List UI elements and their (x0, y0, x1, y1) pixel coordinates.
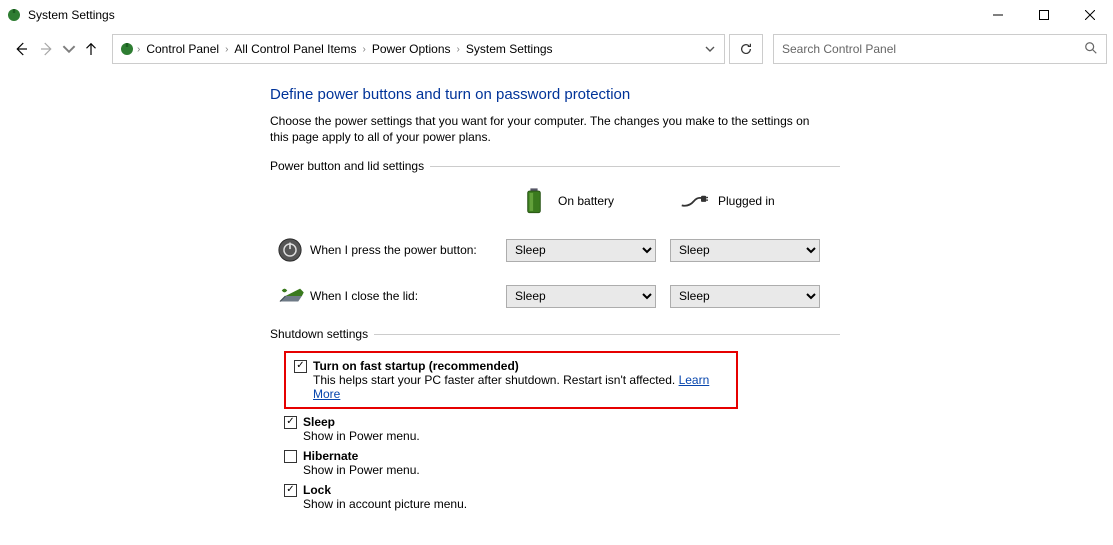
divider (374, 334, 840, 335)
page-description: Choose the power settings that you want … (270, 113, 830, 145)
power-button-icon (270, 237, 310, 263)
divider (430, 166, 840, 167)
search-input[interactable] (782, 42, 1084, 56)
sleep-checkbox[interactable] (284, 416, 297, 429)
section-power-button-header: Power button and lid settings (270, 159, 424, 173)
minimize-button[interactable] (975, 0, 1021, 30)
power-button-plugged-select[interactable]: Sleep (670, 239, 820, 262)
back-button[interactable] (10, 38, 32, 60)
sleep-desc: Show in Power menu. (284, 429, 840, 443)
maximize-button[interactable] (1021, 0, 1067, 30)
power-button-battery-select[interactable]: Sleep (506, 239, 656, 262)
fast-startup-desc: This helps start your PC faster after sh… (313, 373, 679, 387)
sleep-label: Sleep (303, 415, 335, 429)
breadcrumb-item[interactable]: System Settings (460, 38, 559, 60)
section-shutdown-header: Shutdown settings (270, 327, 368, 341)
lock-desc: Show in account picture menu. (284, 497, 840, 511)
fast-startup-highlight: Turn on fast startup (recommended) This … (284, 351, 738, 409)
titlebar: System Settings (0, 0, 1113, 30)
power-button-label: When I press the power button: (310, 243, 506, 257)
breadcrumb-item[interactable]: Control Panel (140, 38, 225, 60)
address-dropdown-button[interactable] (700, 44, 720, 54)
battery-icon (520, 188, 548, 214)
lid-battery-select[interactable]: Sleep (506, 285, 656, 308)
up-button[interactable] (80, 38, 102, 60)
app-icon (6, 7, 22, 23)
hibernate-desc: Show in Power menu. (284, 463, 840, 477)
lock-checkbox[interactable] (284, 484, 297, 497)
recent-button[interactable] (62, 38, 76, 60)
refresh-button[interactable] (729, 34, 763, 64)
forward-button[interactable] (36, 38, 58, 60)
lock-label: Lock (303, 483, 331, 497)
breadcrumb-item[interactable]: All Control Panel Items (228, 38, 362, 60)
page-heading: Define power buttons and turn on passwor… (270, 86, 840, 103)
lid-plugged-select[interactable]: Sleep (670, 285, 820, 308)
column-plugged-in: Plugged in (718, 194, 775, 208)
hibernate-label: Hibernate (303, 449, 358, 463)
power-options-icon (117, 41, 137, 57)
search-box[interactable] (773, 34, 1107, 64)
breadcrumb-item[interactable]: Power Options (366, 38, 457, 60)
plug-icon (680, 193, 708, 209)
address-bar[interactable]: › Control Panel › All Control Panel Item… (112, 34, 725, 64)
toolbar: › Control Panel › All Control Panel Item… (0, 30, 1113, 74)
hibernate-checkbox[interactable] (284, 450, 297, 463)
fast-startup-label: Turn on fast startup (recommended) (313, 359, 519, 373)
window-title: System Settings (28, 8, 115, 22)
column-on-battery: On battery (558, 194, 614, 208)
lid-icon (270, 285, 310, 307)
search-icon (1084, 41, 1098, 58)
lid-label: When I close the lid: (310, 289, 506, 303)
close-button[interactable] (1067, 0, 1113, 30)
fast-startup-checkbox[interactable] (294, 360, 307, 373)
